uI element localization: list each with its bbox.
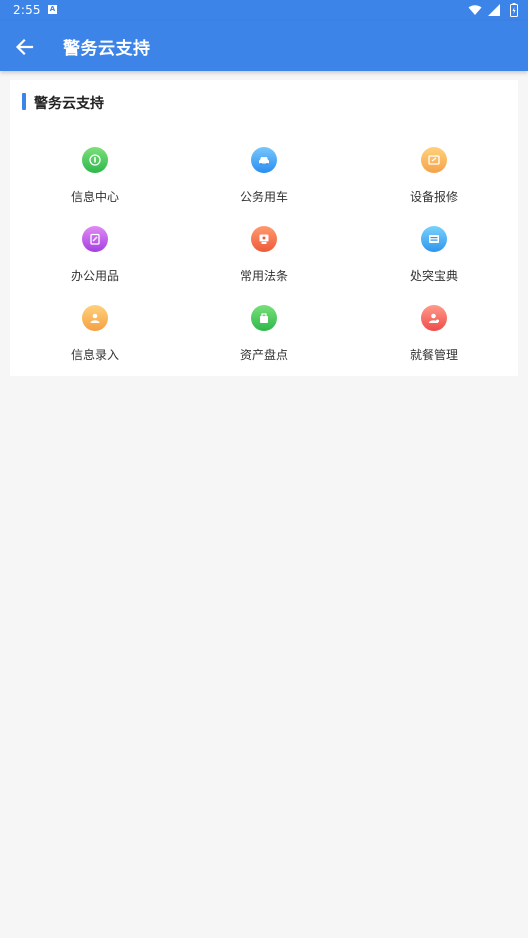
a-icon: A — [48, 5, 57, 14]
grid-item-asset-inventory[interactable]: 资产盘点 — [179, 305, 349, 377]
section-title: 警务云支持 — [34, 96, 104, 112]
handbook-icon — [421, 226, 447, 252]
status-bar: 2:55 A — [0, 0, 528, 21]
grid-item-label: 办公用品 — [70, 269, 119, 283]
grid-item-label: 资产盘点 — [239, 348, 288, 362]
info-center-icon — [82, 147, 108, 173]
grid-item-common-laws[interactable]: 常用法条 — [179, 226, 349, 298]
law-icon — [251, 226, 277, 252]
grid-item-label: 公务用车 — [239, 190, 288, 204]
office-supplies-icon — [82, 226, 108, 252]
status-time: 2:55 — [13, 3, 41, 17]
grid-item-equipment-repair[interactable]: 设备报修 — [349, 147, 519, 219]
grid-item-office-supplies[interactable]: 办公用品 — [10, 226, 180, 298]
grid-item-emergency-handbook[interactable]: 处突宝典 — [349, 226, 519, 298]
grid-item-info-center[interactable]: 信息中心 — [10, 147, 180, 219]
wifi-icon — [468, 5, 482, 15]
grid-item-official-car[interactable]: 公务用车 — [179, 147, 349, 219]
grid-item-label: 设备报修 — [409, 190, 458, 204]
page-title: 警务云支持 — [63, 39, 151, 59]
signal-icon — [488, 4, 500, 16]
section-accent-bar — [22, 93, 26, 110]
dining-icon — [421, 305, 447, 331]
grid-item-dining-management[interactable]: 就餐管理 — [349, 305, 519, 377]
back-button[interactable] — [10, 32, 40, 62]
grid-item-label: 就餐管理 — [409, 348, 458, 362]
grid-item-info-entry[interactable]: 信息录入 — [10, 305, 180, 377]
car-icon — [251, 147, 277, 173]
battery-icon — [510, 3, 518, 17]
grid-item-label: 常用法条 — [239, 269, 288, 283]
repair-icon — [421, 147, 447, 173]
arrow-left-icon — [15, 38, 34, 56]
user-entry-icon — [82, 305, 108, 331]
grid-item-label: 处突宝典 — [409, 269, 458, 283]
app-bar: 警务云支持 — [0, 21, 528, 71]
service-card: 警务云支持 信息中心 公务用车 设备报修 办公用品 常用法条 处突宝典 信息录入… — [10, 80, 518, 376]
grid-item-label: 信息录入 — [70, 348, 119, 362]
grid-item-label: 信息中心 — [70, 190, 119, 204]
asset-icon — [251, 305, 277, 331]
